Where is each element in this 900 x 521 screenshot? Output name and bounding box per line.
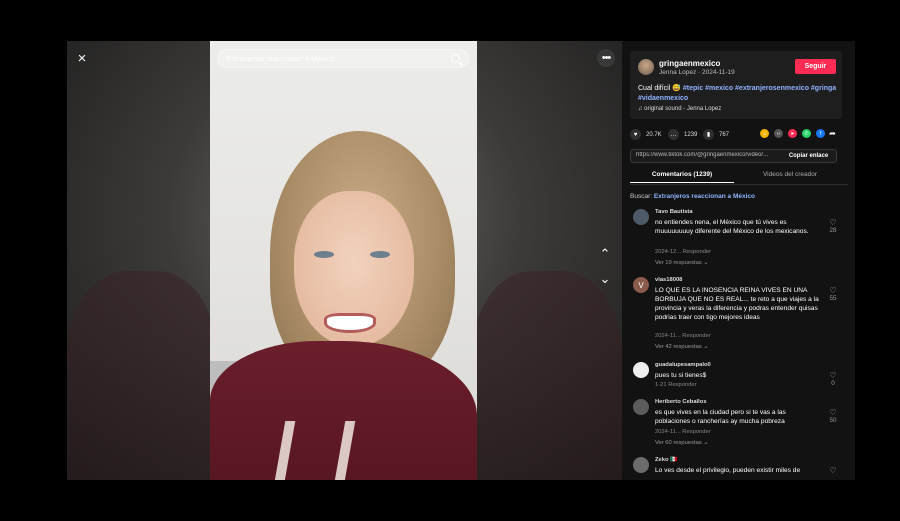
embed-icon[interactable]: ‹› (774, 129, 783, 138)
video-person-mouth (324, 313, 376, 333)
comment-author[interactable]: guadalupesampalo0 (655, 362, 711, 368)
comment-meta[interactable]: 2024-11... Responder (655, 429, 711, 435)
comment-item: guadalupesampalo0 pues tu si tienes$ 1-2… (630, 362, 845, 392)
save-button[interactable]: ▮ 767 (703, 129, 729, 140)
send-icon[interactable]: ➤ (788, 129, 797, 138)
comment-like-count: 0 (831, 380, 835, 387)
comment-item: V vlas18008 LO QUE ES LA INOSENCIA REINA… (630, 277, 845, 357)
caption: Cual difícil 😅 #tepic #mexico #extranjer… (638, 84, 838, 104)
comment-item: Tavo Bautista no entiendes nena, el Méxi… (630, 209, 845, 269)
follow-button[interactable]: Seguir (795, 59, 836, 74)
panel-tabs: Comentarios (1239) Videos del creador (630, 169, 848, 185)
comment-text: es que vives en la ciudad pero si te vas… (655, 409, 786, 425)
chevron-down-icon[interactable]: ⌄ (597, 271, 613, 287)
whatsapp-icon[interactable]: ✆ (802, 129, 811, 138)
action-bar: ♥ 20.7K … 1239 ▮ 767 ☺ ‹› ➤ ✆ f ➦ (630, 129, 845, 141)
comment-author[interactable]: vlas18008 (655, 277, 682, 283)
comment-like[interactable]: ♡ 50 (827, 408, 839, 424)
avatar[interactable] (638, 59, 654, 75)
comment-text: pues tu si tienes$ (655, 372, 707, 379)
heart-icon: ♡ (829, 466, 837, 475)
comment-author[interactable]: Tavo Bautista (655, 209, 693, 215)
comment-meta[interactable]: 2024-11... Responder (655, 333, 711, 339)
comment-icon: … (668, 129, 679, 140)
video-hoodie-print (274, 421, 356, 480)
comment-like-count: 28 (829, 227, 837, 234)
more-options-icon[interactable]: ••• (597, 49, 615, 67)
tiktok-viewer: × Extranjeros reaccionan a México ••• ⌃ … (67, 41, 855, 480)
comment-text: Lo ves desde el privilegio, pueden exist… (655, 467, 801, 474)
details-panel: gringaenmexico Jenna Lopez · 2024-11-19 … (622, 41, 855, 480)
comment-like[interactable]: ♡ 28 (827, 218, 839, 234)
search-icon[interactable] (451, 54, 460, 63)
comment-count: 1239 (684, 131, 698, 138)
comment-like-count: 50 (829, 417, 837, 424)
avatar[interactable] (633, 457, 649, 473)
view-replies-link[interactable]: Ver 60 respuestas ⌄ (655, 440, 708, 446)
sound-link[interactable]: ♫ original sound - Jenna Lopez (638, 106, 721, 112)
comment-text: no entiendes nena, el México que tú vive… (655, 219, 809, 235)
heart-icon: ♡ (829, 218, 837, 227)
video-person-eye (370, 251, 390, 258)
related-search-label: Buscar: (630, 193, 654, 200)
tab-creator-videos[interactable]: Videos del creador (738, 171, 842, 178)
comment-like[interactable]: ♡ 55 (827, 286, 839, 302)
heart-icon: ♡ (829, 371, 837, 380)
comment-item: Zeko 🇲🇽 Lo ves desde el privilegio, pued… (630, 457, 845, 480)
heart-icon: ♡ (829, 286, 837, 295)
heart-icon: ♡ (829, 408, 837, 417)
related-search-query[interactable]: Extranjeros reaccionan a México (654, 193, 755, 200)
video-frame[interactable] (210, 41, 477, 480)
comment-like[interactable]: ♡ 0 (827, 371, 839, 387)
comment-item: Heriberto Ceballos es que vives en la ci… (630, 399, 845, 449)
copy-link-button[interactable]: Copiar enlace (781, 150, 836, 162)
chevron-up-icon[interactable]: ⌃ (597, 246, 613, 262)
view-replies-link[interactable]: Ver 19 respuestas ⌄ (655, 260, 708, 266)
like-button[interactable]: ♥ 20.7K (630, 129, 662, 140)
comment-button[interactable]: … 1239 (668, 129, 697, 140)
related-search[interactable]: Buscar: Extranjeros reaccionan a México (630, 193, 755, 200)
blurred-background-right (472, 271, 622, 480)
username[interactable]: gringaenmexico (659, 59, 720, 68)
search-placeholder: Extranjeros reaccionan a México (226, 54, 335, 63)
video-search-input[interactable]: Extranjeros reaccionan a México (217, 49, 469, 68)
tab-comments[interactable]: Comentarios (1239) (630, 171, 734, 183)
comment-like[interactable]: ♡ (827, 466, 839, 475)
video-person-eye (314, 251, 334, 258)
facebook-icon[interactable]: f (816, 129, 825, 138)
avatar[interactable] (633, 209, 649, 225)
comment-like-count: 55 (829, 295, 837, 302)
comment-meta[interactable]: 1-21 Responder (655, 382, 697, 388)
blurred-background-left (67, 271, 217, 480)
heart-icon: ♥ (630, 129, 641, 140)
save-count: 767 (719, 131, 730, 138)
avatar[interactable]: V (633, 277, 649, 293)
comment-meta[interactable]: 2024-12... Responder (655, 249, 711, 255)
comment-author[interactable]: Zeko 🇲🇽 (655, 457, 677, 463)
avatar[interactable] (633, 362, 649, 378)
share-arrow-icon[interactable]: ➦ (828, 129, 837, 138)
share-link-row: https://www.tiktok.com/@gringaenmexico/v… (630, 149, 837, 163)
comment-text: LO QUE ES LA INOSENCIA REINA VIVES EN UN… (655, 287, 819, 321)
bookmark-icon: ▮ (703, 129, 714, 140)
emoji-share-icon[interactable]: ☺ (760, 129, 769, 138)
like-count: 20.7K (646, 131, 662, 138)
author-date: Jenna Lopez · 2024-11-19 (659, 69, 735, 76)
caption-text: Cual difícil 😅 (638, 85, 683, 92)
post-info-card: gringaenmexico Jenna Lopez · 2024-11-19 … (630, 51, 842, 119)
video-player[interactable]: × Extranjeros reaccionan a México ••• ⌃ … (67, 41, 622, 480)
share-link-url[interactable]: https://www.tiktok.com/@gringaenmexico/v… (636, 152, 776, 158)
close-icon[interactable]: × (73, 49, 91, 67)
comment-author[interactable]: Heriberto Ceballos (655, 399, 707, 405)
avatar[interactable] (633, 399, 649, 415)
view-replies-link[interactable]: Ver 42 respuestas ⌄ (655, 344, 708, 350)
